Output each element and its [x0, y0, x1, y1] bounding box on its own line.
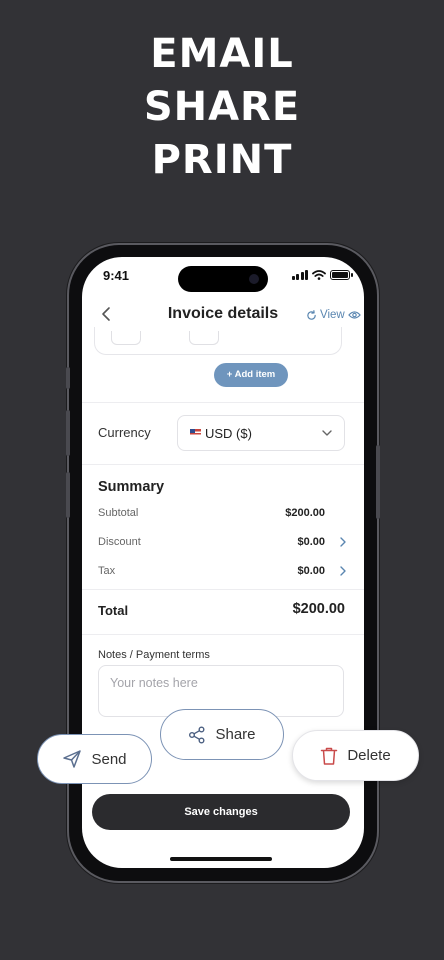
divider — [82, 634, 364, 635]
share-button[interactable]: Share — [160, 709, 284, 760]
delete-label: Delete — [347, 747, 391, 764]
item-card-chip[interactable] — [189, 331, 219, 345]
item-card — [94, 327, 342, 355]
currency-label: Currency — [98, 425, 151, 440]
signal-icon — [291, 270, 308, 280]
total-value: $200.00 — [292, 601, 345, 617]
send-button[interactable]: Send — [37, 734, 152, 784]
us-flag-icon — [190, 429, 201, 437]
discount-value[interactable]: $0.00 — [297, 536, 325, 548]
subtotal-value: $200.00 — [285, 507, 325, 519]
item-card-chip[interactable] — [111, 331, 141, 345]
currency-value: USD ($) — [205, 426, 252, 441]
chevron-down-icon — [322, 430, 332, 436]
tax-label[interactable]: Tax — [98, 565, 115, 577]
chevron-right-icon[interactable] — [338, 536, 348, 548]
status-time: 9:41 — [103, 268, 130, 283]
phone-volume-up — [66, 410, 70, 456]
summary-title: Summary — [98, 479, 165, 495]
status-icons — [291, 270, 353, 280]
divider — [82, 402, 364, 403]
home-indicator — [170, 857, 272, 861]
total-label: Total — [98, 603, 129, 618]
headline: EMAIL SHARE PRINT — [0, 28, 444, 187]
divider — [82, 464, 364, 465]
delete-button[interactable]: Delete — [292, 730, 419, 781]
share-label: Share — [215, 726, 256, 743]
add-item-button[interactable]: + Add item — [214, 363, 288, 387]
share-icon — [189, 726, 205, 743]
trash-icon — [321, 747, 338, 765]
subtotal-label: Subtotal — [98, 507, 139, 519]
view-button[interactable]: View — [306, 309, 361, 321]
phone-mute-switch — [66, 367, 70, 389]
send-icon — [63, 750, 82, 768]
chevron-right-icon[interactable] — [338, 565, 348, 577]
phone-volume-down — [66, 472, 70, 518]
save-changes-button[interactable]: Save changes — [92, 794, 350, 830]
currency-select[interactable]: USD ($) — [177, 415, 345, 451]
wifi-icon — [312, 270, 326, 280]
refresh-icon — [307, 309, 316, 320]
discount-label[interactable]: Discount — [98, 536, 141, 548]
dynamic-island — [178, 266, 268, 292]
divider — [82, 589, 364, 590]
battery-icon — [330, 270, 353, 280]
notes-label: Notes / Payment terms — [98, 649, 210, 661]
headline-line-share: SHARE — [143, 84, 301, 130]
phone-power-button — [376, 445, 380, 519]
eye-icon — [347, 311, 361, 319]
tax-value[interactable]: $0.00 — [297, 565, 325, 577]
headline-line-email: EMAIL — [150, 31, 294, 77]
view-label: View — [320, 309, 345, 321]
send-label: Send — [91, 750, 127, 768]
headline-line-print: PRINT — [151, 137, 293, 183]
